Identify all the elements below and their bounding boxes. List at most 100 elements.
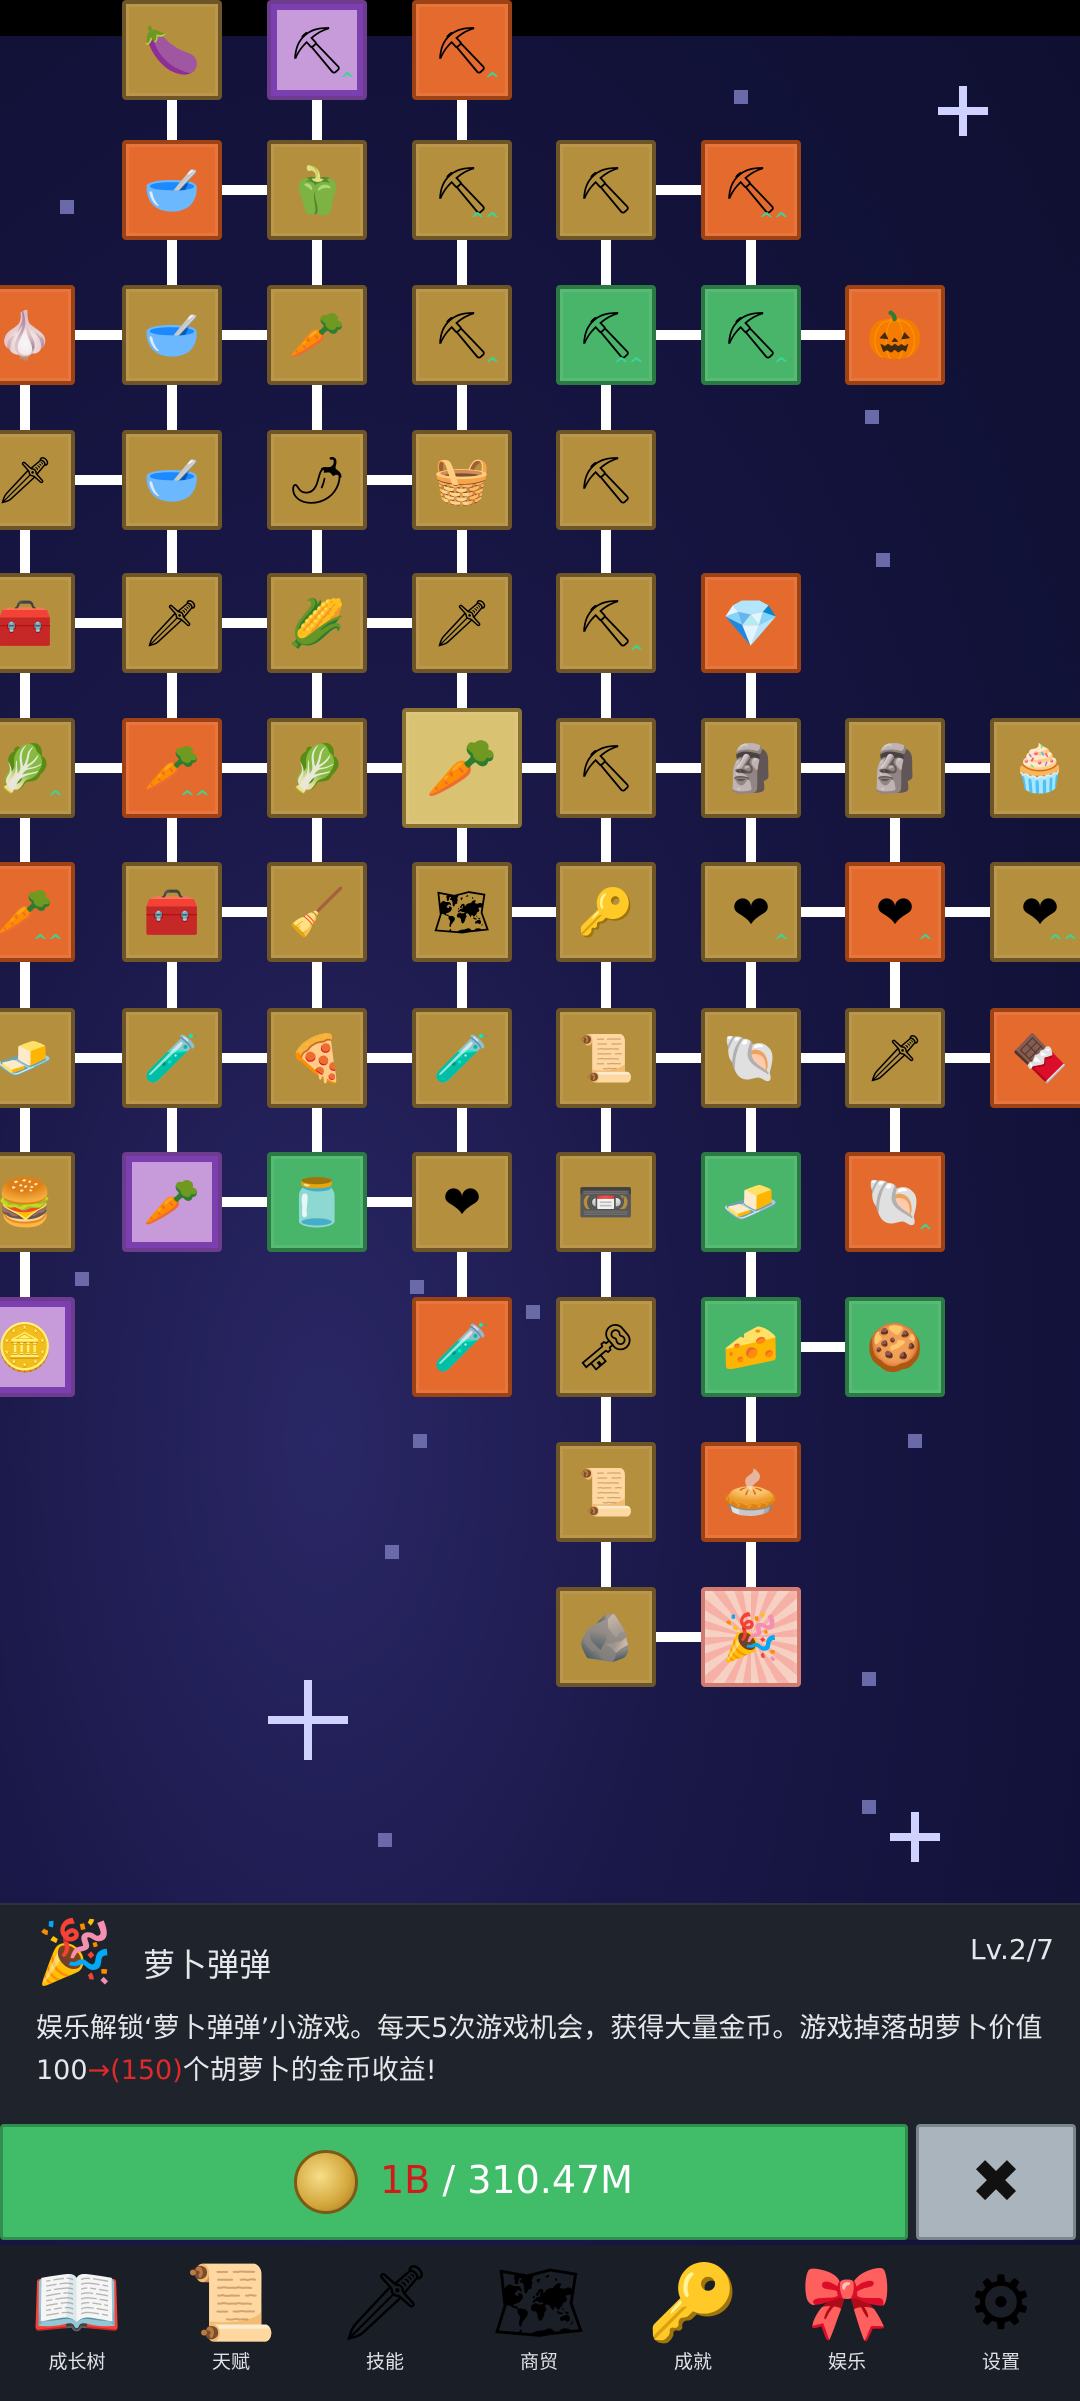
skill-node[interactable]: 🔑 [556, 862, 656, 962]
skill-node[interactable]: 🌽 [267, 573, 367, 673]
chain-link-vertical [167, 379, 177, 436]
corn-icon: 🌽 [288, 596, 346, 650]
skill-node[interactable]: 🥣 [122, 140, 222, 240]
nav-entertainment[interactable]: 🎀 娱乐 [772, 2255, 922, 2395]
skill-node[interactable]: 🗝 [556, 1297, 656, 1397]
skill-node[interactable]: ❤ ^ [701, 862, 801, 962]
chain-link-vertical [746, 234, 756, 291]
skill-node[interactable]: ⛏ ^^ [556, 285, 656, 385]
skill-node[interactable]: 🥕 ^^ [122, 718, 222, 818]
close-button[interactable]: ✖ [916, 2124, 1076, 2240]
chain-link-vertical [312, 956, 322, 1014]
upgrade-arrow-icon: ^ [773, 931, 789, 952]
skill-node[interactable]: 💎 [701, 573, 801, 673]
skill-node[interactable]: 🧹 [267, 862, 367, 962]
skill-node[interactable]: 🗿 [845, 718, 945, 818]
skill-node[interactable]: 🫑 [267, 140, 367, 240]
skill-node[interactable]: 📜 [556, 1442, 656, 1542]
skill-node[interactable]: 🍔 [0, 1152, 75, 1252]
chocolate-icon: 🍫 [1011, 1031, 1069, 1085]
skill-node[interactable]: 🧺 [412, 430, 512, 530]
skill-node[interactable]: 🗡 [845, 1008, 945, 1108]
skill-node[interactable]: 🥣 [122, 285, 222, 385]
skill-node[interactable]: 🗿 [701, 718, 801, 818]
skill-node[interactable]: 🥕 [402, 708, 522, 828]
skill-node[interactable]: 🥧 [701, 1442, 801, 1542]
chain-link-vertical [601, 956, 611, 1014]
bowl-icon: 🥣 [143, 163, 201, 217]
skill-node[interactable]: 🗡 [0, 430, 75, 530]
skill-node[interactable]: ⛏ ^^ [701, 140, 801, 240]
skill-node[interactable]: ⛏ [556, 430, 656, 530]
skill-node[interactable]: 🫙 [267, 1152, 367, 1252]
skill-node[interactable]: ❤ ^^ [990, 862, 1080, 962]
crystal-icon: 💎 [722, 596, 780, 650]
pie-icon: 🥧 [722, 1465, 780, 1519]
nav-settings[interactable]: ⚙ 设置 [926, 2255, 1076, 2395]
skill-node[interactable]: 🥬 ^ [0, 718, 75, 818]
chain-link-vertical [167, 667, 177, 724]
skill-node[interactable]: 🍪 [845, 1297, 945, 1397]
map-icon: 🗺 [492, 2260, 586, 2346]
skill-node[interactable]: ⛏ [556, 718, 656, 818]
chain-link-horizontal [361, 763, 408, 773]
upgrade-arrow-icon: ^^ [1047, 931, 1078, 952]
skill-node[interactable]: 🐚 [701, 1008, 801, 1108]
gold-bar-icon: 🧈 [0, 1031, 54, 1085]
skill-node[interactable]: 🥕 ^^ [0, 862, 75, 962]
nav-talent[interactable]: 📜 天赋 [156, 2255, 306, 2395]
skill-node[interactable]: 🧰 [122, 862, 222, 962]
chain-link-vertical [312, 94, 322, 146]
skill-node[interactable]: 🪨 [556, 1587, 656, 1687]
skill-node[interactable]: ❤ ^ [845, 862, 945, 962]
skill-node[interactable]: ⛏ ^^ [412, 140, 512, 240]
skill-node[interactable]: 🧈 [701, 1152, 801, 1252]
skill-node[interactable]: 🗺 [412, 862, 512, 962]
skill-node[interactable]: 📜 [556, 1008, 656, 1108]
chain-link-horizontal [216, 1053, 273, 1063]
skill-node[interactable]: ⛏ ^ [412, 0, 512, 100]
skill-node[interactable]: 🥣 [122, 430, 222, 530]
skill-node[interactable]: 🧄 [0, 285, 75, 385]
skill-node[interactable]: 🎃 [845, 285, 945, 385]
cheese-icon: 🧀 [722, 1320, 780, 1374]
gear-icon: ⚙ [967, 2260, 1035, 2346]
chain-link-vertical [890, 812, 900, 868]
skill-node[interactable]: 🌶 [267, 430, 367, 530]
skill-node[interactable]: 🧀 [701, 1297, 801, 1397]
skill-node[interactable]: 🍫 [990, 1008, 1080, 1108]
nav-skill[interactable]: 🗡 技能 [310, 2255, 460, 2395]
skill-node[interactable]: 🧪 [412, 1008, 512, 1108]
burger-icon: 🍔 [0, 1175, 54, 1229]
chain-link-vertical [20, 379, 30, 436]
skill-node[interactable]: 🥕 [267, 285, 367, 385]
key-icon: 🔑 [646, 2260, 740, 2346]
skill-node[interactable]: 📼 [556, 1152, 656, 1252]
skill-node[interactable]: ⛏ ^ [267, 0, 367, 100]
chain-link-vertical [457, 379, 467, 436]
skill-node[interactable]: 🎉 [701, 1587, 801, 1687]
skill-node[interactable]: ⛏ ^ [556, 573, 656, 673]
nav-growth-tree[interactable]: 📖 成长树 [2, 2255, 152, 2395]
skill-node[interactable]: 🐚 ^ [845, 1152, 945, 1252]
nav-trade[interactable]: 🗺 商贸 [464, 2255, 614, 2395]
skill-node[interactable]: 🗡 [122, 573, 222, 673]
skill-node[interactable]: 🧪 [412, 1297, 512, 1397]
skill-node[interactable]: ❤ [412, 1152, 512, 1252]
skill-node[interactable]: 🍕 [267, 1008, 367, 1108]
skill-node[interactable]: ⛏ [556, 140, 656, 240]
skill-node[interactable]: 🗡 [412, 573, 512, 673]
skill-node[interactable]: 🧰 [0, 573, 75, 673]
skill-node[interactable]: 🧁 [990, 718, 1080, 818]
skill-node[interactable]: ⛏ ^ [701, 285, 801, 385]
skill-node[interactable]: 🥕 [122, 1152, 222, 1252]
skill-node[interactable]: ⛏ ^ [412, 285, 512, 385]
upgrade-cost: 1B / 310.47M [380, 2158, 633, 2202]
chain-link-vertical [601, 1391, 611, 1448]
skill-node[interactable]: 🧪 [122, 1008, 222, 1108]
skill-node[interactable]: 🧈 [0, 1008, 75, 1108]
skill-node[interactable]: 🪙 [0, 1297, 75, 1397]
skill-node[interactable]: 🥬 [267, 718, 367, 818]
skill-node[interactable]: 🍆 [122, 0, 222, 100]
nav-achievement[interactable]: 🔑 成就 [618, 2255, 768, 2395]
